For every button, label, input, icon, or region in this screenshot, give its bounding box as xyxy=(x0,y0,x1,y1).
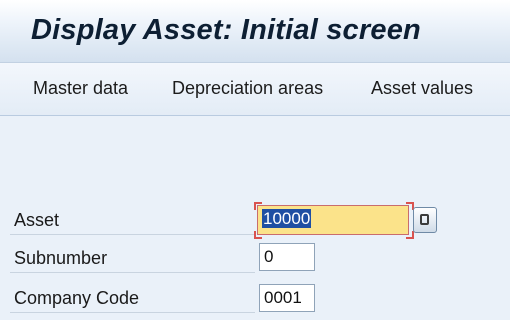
company-code-row: Company Code xyxy=(10,285,255,313)
subnumber-label: Subnumber xyxy=(14,248,108,268)
value-help-glyph xyxy=(420,214,429,225)
focus-corner-bottom-left xyxy=(254,231,262,239)
focus-corner-top-left xyxy=(254,202,262,210)
page-title: Display Asset: Initial screen xyxy=(31,14,421,46)
master-data-button[interactable]: Master data xyxy=(33,78,128,99)
focus-corner-bottom-right xyxy=(406,231,414,239)
asset-input[interactable]: 10000 xyxy=(257,205,409,235)
asset-label: Asset xyxy=(14,210,60,230)
subnumber-row: Subnumber xyxy=(10,245,255,273)
selection-screen: Asset 10000 Subnumber 0 Company Code 000… xyxy=(0,116,510,320)
company-code-input[interactable]: 0001 xyxy=(259,284,315,312)
asset-values-button[interactable]: Asset values xyxy=(371,78,473,99)
value-help-icon[interactable] xyxy=(413,207,437,233)
asset-input-value: 10000 xyxy=(262,209,312,228)
application-toolbar: Master data Depreciation areas Asset val… xyxy=(0,63,510,116)
asset-row: Asset xyxy=(10,207,255,235)
company-code-label: Company Code xyxy=(14,288,140,308)
subnumber-input[interactable]: 0 xyxy=(259,243,315,271)
depreciation-areas-button[interactable]: Depreciation areas xyxy=(172,78,323,99)
title-bar: Display Asset: Initial screen xyxy=(0,0,510,63)
